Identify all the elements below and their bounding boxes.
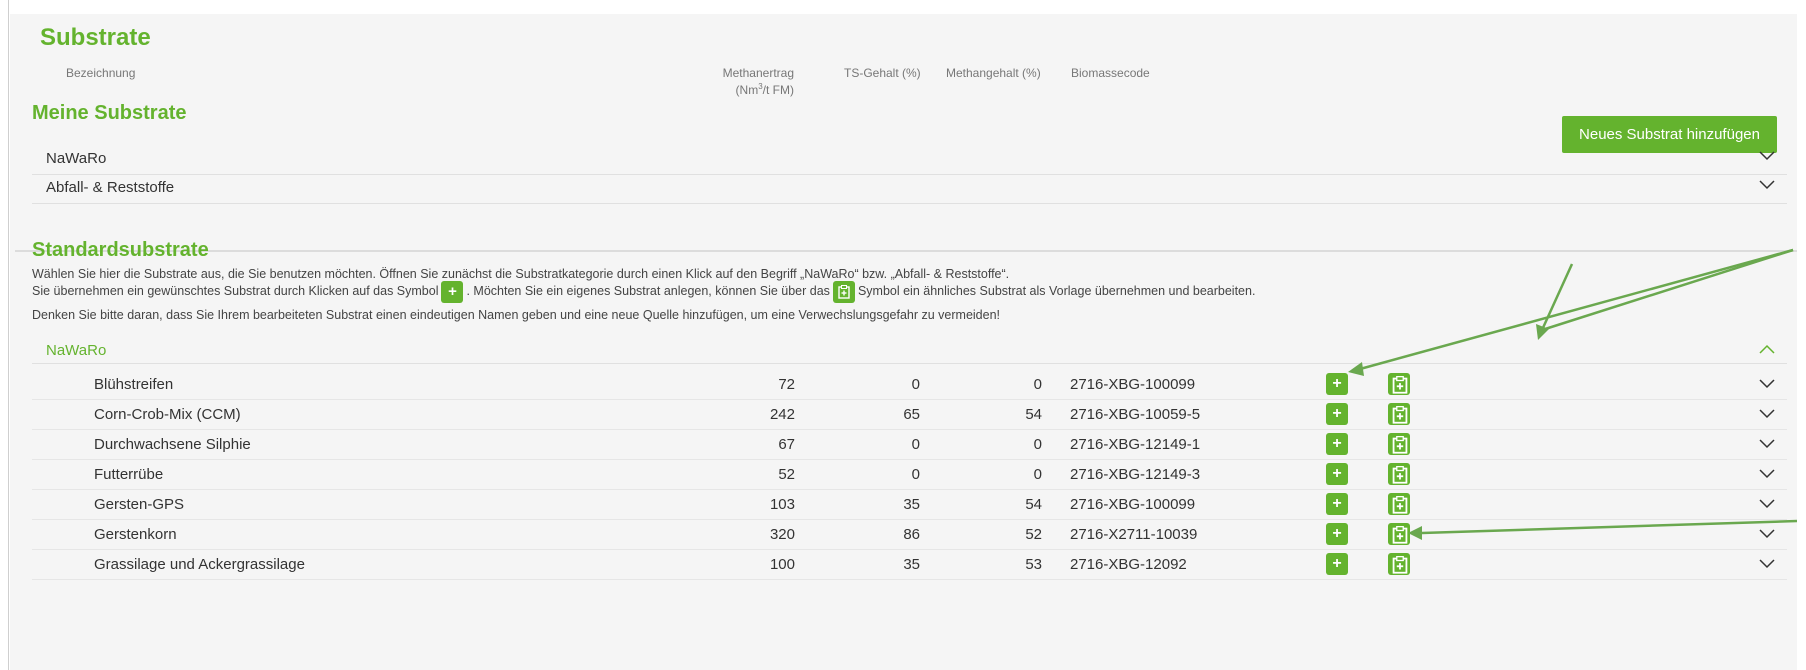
methane-yield-value: 100 <box>769 556 795 573</box>
methane-yield-value: 103 <box>769 496 795 513</box>
ts-value: 86 <box>903 526 920 543</box>
page-title: Substrate <box>40 24 151 51</box>
methane-content-value: 54 <box>1025 406 1042 423</box>
biomass-code: 2716-XBG-100099 <box>1070 496 1196 513</box>
section-divider <box>15 250 1797 252</box>
category-label: NaWaRo <box>46 150 107 167</box>
page-left-border <box>8 0 9 670</box>
category-label: Abfall- & Reststoffe <box>46 179 175 196</box>
intro-line-3: Denken Sie bitte daran, dass Sie Ihrem b… <box>32 308 1000 322</box>
table-row: Corn-Crob-Mix (CCM) 242 65 54 2716-XBG-10059… <box>32 400 1787 430</box>
table-row: Blühstreifen 72 0 0 2716-XBG-100099 + <box>32 370 1787 400</box>
methane-yield-value: 52 <box>778 466 795 483</box>
methane-content-value: 0 <box>1033 466 1042 483</box>
copy-template-button[interactable] <box>1388 403 1410 425</box>
copy-template-button[interactable] <box>1388 373 1410 395</box>
copy-template-button[interactable] <box>1388 493 1410 515</box>
chevron-down-icon[interactable] <box>1759 151 1775 167</box>
substrate-name: Grassilage und Ackergrassilage <box>94 556 305 573</box>
table-row: Futterrübe 52 0 0 2716-XBG-12149-3 + <box>32 460 1787 490</box>
chevron-down-icon[interactable] <box>1759 180 1775 196</box>
copy-template-button[interactable] <box>1388 523 1410 545</box>
methane-yield-value: 72 <box>778 376 795 393</box>
standard-substrates-title: Standardsubstrate <box>32 239 209 261</box>
biomass-code: 2716-XBG-100099 <box>1070 376 1196 393</box>
table-row: Grassilage und Ackergrassilage 100 35 53 271… <box>32 550 1787 580</box>
ts-value: 0 <box>911 436 920 453</box>
unit-post: /t FM) <box>762 83 794 97</box>
substrate-name: Blühstreifen <box>94 376 174 393</box>
chevron-up-icon[interactable] <box>1759 344 1775 360</box>
methane-content-value: 0 <box>1033 376 1042 393</box>
standard-category-nawaro[interactable]: NaWaRo <box>32 336 1787 364</box>
add-substrate-button[interactable]: + <box>1326 523 1348 545</box>
my-category-abfall[interactable]: Abfall- & Reststoffe <box>32 171 1787 204</box>
chevron-down-icon[interactable] <box>1759 499 1775 515</box>
add-substrate-button[interactable]: + <box>1326 403 1348 425</box>
ts-value: 65 <box>903 406 920 423</box>
ts-value: 0 <box>911 466 920 483</box>
table-row: Durchwachsene Silphie 67 0 0 2716-XBG-12149-… <box>32 430 1787 460</box>
substrate-name: Corn-Crob-Mix (CCM) <box>94 406 241 423</box>
chevron-down-icon[interactable] <box>1759 559 1775 575</box>
chevron-down-icon[interactable] <box>1759 529 1775 545</box>
my-substrates-title: Meine Substrate <box>32 102 187 124</box>
category-label: NaWaRo <box>46 342 107 359</box>
substrate-name: Durchwachsene Silphie <box>94 436 251 453</box>
add-substrate-button[interactable]: + <box>1326 433 1348 455</box>
chevron-down-icon[interactable] <box>1759 439 1775 455</box>
biomass-code: 2716-XBG-12149-3 <box>1070 466 1201 483</box>
add-substrate-button[interactable]: + <box>1326 553 1348 575</box>
biomass-code: 2716-XBG-12092 <box>1070 556 1187 573</box>
col-header-methane-yield-label: Methanertrag <box>722 66 794 80</box>
intro-text: Symbol ein ähnliches Substrat als Vorlag… <box>857 284 1256 298</box>
col-header-methane-yield-unit: (Nm3/t FM) <box>700 80 794 97</box>
ts-value: 35 <box>903 496 920 513</box>
substrate-name: Futterrübe <box>94 466 164 483</box>
copy-template-button[interactable] <box>1388 553 1410 575</box>
biomass-code: 2716-XBG-12149-1 <box>1070 436 1201 453</box>
methane-content-value: 0 <box>1033 436 1042 453</box>
col-header-methane-yield: Methanertrag (Nm3/t FM) <box>700 66 794 97</box>
methane-yield-value: 242 <box>769 406 795 423</box>
substrate-name: Gersten-GPS <box>94 496 185 513</box>
intro-line-2: Sie übernehmen ein gewünschtes Substrat … <box>32 280 1255 303</box>
biomass-code: 2716-X2711-10039 <box>1070 526 1198 543</box>
unit-pre: (Nm <box>735 83 759 97</box>
ts-value: 35 <box>903 556 920 573</box>
add-substrate-button[interactable]: + <box>1326 493 1348 515</box>
substrate-name: Gerstenkorn <box>94 526 177 543</box>
methane-content-value: 52 <box>1025 526 1042 543</box>
table-row: Gerstenkorn 320 86 52 2716-X2711-10039 + <box>32 520 1787 550</box>
methane-content-value: 54 <box>1025 496 1042 513</box>
add-symbol-icon: + <box>441 280 464 303</box>
ts-value: 0 <box>911 376 920 393</box>
chevron-down-icon[interactable] <box>1759 379 1775 395</box>
methane-yield-value: 320 <box>769 526 795 543</box>
biomass-code: 2716-XBG-10059-5 <box>1070 406 1201 423</box>
intro-text: . Möchten Sie ein eigenes Substrat anleg… <box>466 284 830 298</box>
col-header-methane-content: Methangehalt (%) <box>946 66 1041 80</box>
table-row: Gersten-GPS 103 35 54 2716-XBG-100099 + <box>32 490 1787 520</box>
methane-yield-value: 67 <box>778 436 795 453</box>
copy-template-icon <box>832 280 855 303</box>
col-header-ts: TS-Gehalt (%) <box>844 66 921 80</box>
methane-content-value: 53 <box>1025 556 1042 573</box>
chevron-down-icon[interactable] <box>1759 469 1775 485</box>
col-header-biomass-code: Biomassecode <box>1071 66 1150 80</box>
intro-line-1: Wählen Sie hier die Substrate aus, die S… <box>32 267 1010 281</box>
intro-text: Sie übernehmen ein gewünschtes Substrat … <box>32 284 439 298</box>
add-substrate-button[interactable]: + <box>1326 373 1348 395</box>
copy-template-button[interactable] <box>1388 463 1410 485</box>
add-substrate-button[interactable]: + <box>1326 463 1348 485</box>
chevron-down-icon[interactable] <box>1759 409 1775 425</box>
copy-template-button[interactable] <box>1388 433 1410 455</box>
col-header-name: Bezeichnung <box>66 66 136 80</box>
substrate-panel: Substrate Bezeichnung Methanertrag (Nm3/… <box>10 14 1797 670</box>
